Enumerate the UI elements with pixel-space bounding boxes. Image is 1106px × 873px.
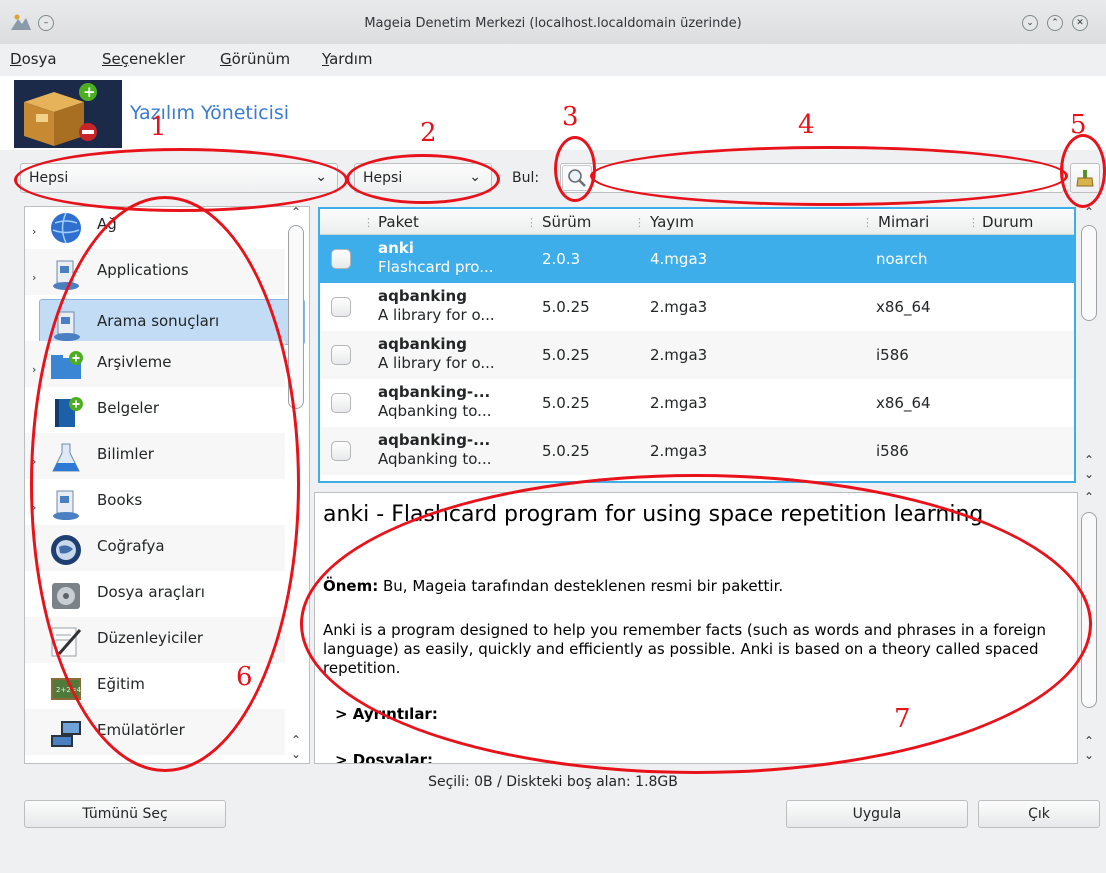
scroll-up-arrow-icon[interactable]: ⌃ [1080, 205, 1098, 219]
search-button[interactable] [562, 165, 592, 191]
table-header: ⋮ Paket ⋮ Sürüm ⋮ Yayım ⋮ Mimari ⋮ Durum [320, 209, 1074, 235]
category-tree[interactable]: › Ağ › Applications Arama sonuçları › Ar… [24, 206, 310, 764]
software-manager-box-icon: + [14, 80, 122, 148]
column-header-surum[interactable]: Sürüm [542, 213, 591, 231]
category-item-duzenleyiciler[interactable]: Düzenleyiciler [25, 617, 285, 663]
category-item-ag[interactable]: › Ağ [25, 207, 285, 249]
editor-pencil-icon [51, 627, 82, 657]
magnifier-icon [568, 169, 586, 187]
package-scrollbar-thumb[interactable] [1081, 225, 1097, 321]
package-table[interactable]: ⋮ Paket ⋮ Sürüm ⋮ Yayım ⋮ Mimari ⋮ Durum… [318, 207, 1076, 483]
package-checkbox[interactable] [331, 441, 351, 461]
status-text: Seçili: 0B / Diskteki boş alan: 1.8GB [428, 774, 678, 790]
chevron-down-icon: ⌄ [469, 169, 481, 185]
view-filter-value: Hepsi [29, 170, 69, 186]
close-icon[interactable]: ✕ [1072, 15, 1088, 31]
broom-clear-icon [1076, 170, 1094, 187]
svg-text:+: + [83, 83, 96, 101]
package-checkbox[interactable] [331, 297, 351, 317]
scroll-up-arrow-icon[interactable]: ⌃ [1080, 453, 1098, 467]
view-filter-combo[interactable]: Hepsi ⌄ [20, 163, 338, 193]
category-item-books[interactable]: › Books [25, 479, 285, 525]
column-header-durum[interactable]: Durum [982, 213, 1033, 231]
table-row[interactable]: aqbanking-... Aqbanking to... 5.0.25 2.m… [320, 427, 1074, 475]
menu-dosya[interactable]: Dosya [10, 50, 57, 68]
table-row[interactable]: aqbanking A library for o... 5.0.25 2.mg… [320, 283, 1074, 331]
details-expander[interactable]: > Ayrıntılar: [335, 705, 438, 723]
category-item-search-results[interactable]: Arama sonuçları [39, 299, 305, 345]
svg-text:2+2=4: 2+2=4 [56, 686, 82, 694]
table-row[interactable]: aqbanking-... Aqbanking to... 5.0.25 2.m… [320, 379, 1074, 427]
category-item-emulatorler[interactable]: Emülatörler [25, 709, 285, 755]
category-item-applications[interactable]: › Applications [25, 249, 285, 295]
scroll-up-arrow-icon[interactable]: ⌃ [1080, 734, 1098, 748]
expand-arrow-icon[interactable]: › [32, 271, 36, 284]
apply-button[interactable]: Uygula [786, 800, 968, 828]
scroll-up-arrow-icon[interactable]: ⌃ [1080, 490, 1098, 504]
quit-button[interactable]: Çık [978, 800, 1100, 828]
scroll-down-arrow-icon[interactable]: ⌄ [1080, 748, 1098, 762]
table-row[interactable]: aqbanking A library for o... 5.0.25 2.mg… [320, 331, 1074, 379]
category-scrollbar-thumb[interactable] [288, 225, 304, 409]
maximize-icon[interactable]: ⌃ [1047, 15, 1063, 31]
geography-globe-icon [51, 535, 81, 565]
description-body: Anki is a program designed to help you r… [323, 621, 1046, 677]
expand-arrow-icon[interactable]: › [32, 363, 36, 376]
status-filter-value: Hepsi [363, 170, 403, 186]
science-flask-icon [52, 443, 80, 472]
archive-folder-icon [51, 351, 83, 379]
category-item-bilimler[interactable]: › Bilimler [25, 433, 285, 479]
books-icon [53, 490, 79, 520]
package-table-scrollbar[interactable]: ⌃ ⌃ ⌄ [1080, 205, 1098, 483]
package-checkbox[interactable] [331, 249, 351, 269]
column-header-paket[interactable]: Paket [378, 213, 419, 231]
status-filter-combo[interactable]: Hepsi ⌄ [354, 163, 492, 193]
description-scrollbar[interactable]: ⌃ ⌃ ⌄ [1080, 490, 1098, 764]
package-description: anki - Flashcard program for using space… [314, 492, 1078, 764]
find-label: Bul: [512, 170, 540, 186]
scroll-up-arrow-icon[interactable]: ⌃ [287, 207, 305, 219]
expand-arrow-icon[interactable]: › [32, 225, 36, 238]
menu-yardim[interactable]: Yardım [322, 50, 373, 68]
clear-search-button[interactable] [1070, 163, 1100, 193]
scroll-down-arrow-icon[interactable]: ⌄ [287, 747, 305, 761]
category-item-arsivleme[interactable]: › Arşivleme [25, 341, 285, 387]
category-scrollbar[interactable]: ⌃ ⌃ ⌄ [287, 207, 305, 763]
applications-icon [53, 260, 79, 290]
column-header-mimari[interactable]: Mimari [878, 213, 929, 231]
category-item-belgeler[interactable]: Belgeler [25, 387, 285, 433]
search-input[interactable] [598, 167, 1058, 189]
column-header-yayim[interactable]: Yayım [650, 213, 694, 231]
file-tools-disk-icon [52, 583, 80, 609]
page-title: Yazılım Yöneticisi [130, 102, 290, 124]
chevron-down-icon: ⌄ [315, 169, 327, 185]
expand-arrow-icon[interactable]: › [32, 501, 36, 514]
scroll-up-arrow-icon[interactable]: ⌃ [287, 733, 305, 747]
expand-arrow-icon[interactable]: › [32, 455, 36, 468]
table-row[interactable]: anki Flashcard pro... 2.0.3 4.mga3 noarc… [320, 235, 1074, 283]
network-globe-icon [51, 212, 81, 244]
description-scrollbar-thumb[interactable] [1081, 512, 1097, 708]
files-expander[interactable]: > Dosyalar: [335, 751, 433, 763]
category-item-egitim[interactable]: 2+2=4 Eğitim [25, 663, 285, 709]
emulators-computer-icon [51, 721, 81, 747]
description-title: anki - Flashcard program for using space… [323, 502, 984, 527]
menu-secenekler[interactable]: Seçenekler [102, 50, 185, 68]
minimize-icon[interactable]: ⌄ [1022, 15, 1038, 31]
category-item-dosya-araclari[interactable]: Dosya araçları [25, 571, 285, 617]
select-all-button[interactable]: Tümünü Seç [24, 800, 226, 828]
title-bar: – Mageia Denetim Merkezi (localhost.loca… [0, 0, 1106, 44]
education-blackboard-icon: 2+2=4 [51, 678, 82, 700]
window-title: Mageia Denetim Merkezi (localhost.locald… [364, 16, 742, 31]
scroll-down-arrow-icon[interactable]: ⌄ [1080, 467, 1098, 481]
package-checkbox[interactable] [331, 345, 351, 365]
search-results-icon [54, 311, 80, 341]
importance-line: Önem: Bu, Mageia tarafından desteklenen … [323, 577, 784, 595]
menu-gorunum[interactable]: Görünüm [220, 50, 290, 68]
documents-book-icon [55, 397, 83, 427]
package-checkbox[interactable] [331, 393, 351, 413]
category-item-cografya[interactable]: Coğrafya [25, 525, 285, 571]
